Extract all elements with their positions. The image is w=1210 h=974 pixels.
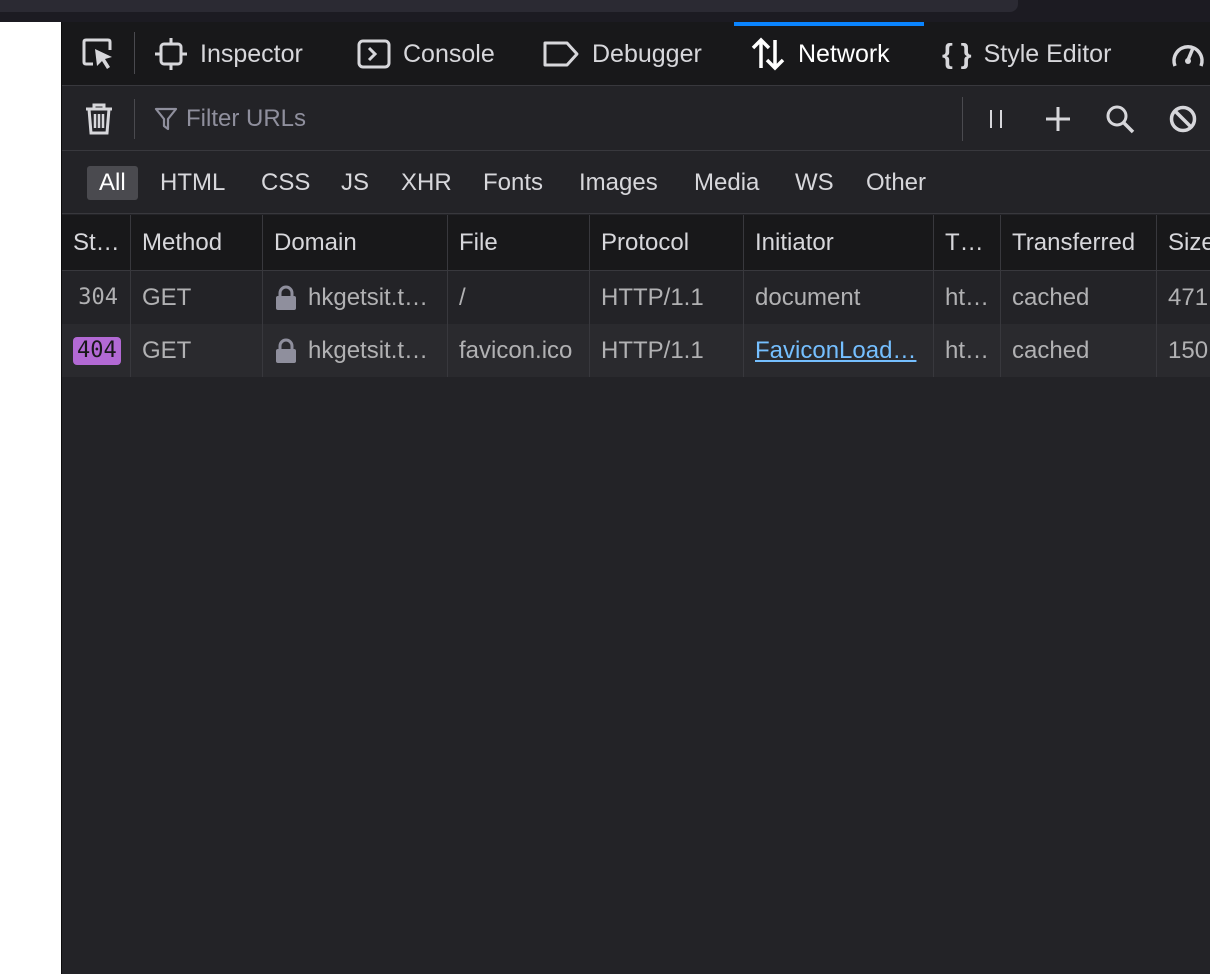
request-type-filter-bar: All HTML CSS JS XHR Fonts Images Media W…	[62, 152, 1210, 214]
protocol-cell: HTTP/1.1	[589, 324, 743, 377]
toolbar-separator	[134, 99, 135, 139]
trash-icon	[86, 103, 112, 135]
type-filter-html[interactable]: HTML	[160, 166, 225, 200]
type-filter-css[interactable]: CSS	[261, 166, 310, 200]
tab-network-label: Network	[798, 39, 890, 68]
method-cell: GET	[130, 271, 262, 324]
tab-performance[interactable]	[1170, 22, 1206, 86]
file-cell: favicon.ico	[447, 324, 589, 377]
column-header-file[interactable]: File	[447, 215, 589, 271]
type-filter-all[interactable]: All	[87, 166, 138, 200]
lock-icon	[276, 338, 296, 363]
requests-table-empty-area	[62, 377, 1210, 974]
block-requests-button[interactable]	[1165, 101, 1201, 137]
clear-requests-button[interactable]	[82, 101, 116, 137]
domain-text: hkgetsit.t…	[308, 284, 429, 311]
type-filter-xhr[interactable]: XHR	[401, 166, 452, 200]
toolbar-separator-right	[962, 97, 963, 141]
initiator-link[interactable]: FaviconLoad…	[755, 337, 916, 364]
column-header-type[interactable]: T…	[933, 215, 1000, 271]
type-filter-media[interactable]: Media	[694, 166, 759, 200]
initiator-cell: document	[743, 271, 933, 324]
devtools-panel: Inspector Console Debugger Network { } S…	[61, 22, 1210, 974]
status-cell: 304	[62, 271, 130, 324]
block-icon	[1169, 105, 1197, 133]
column-header-method[interactable]: Method	[130, 215, 262, 271]
column-header-transferred[interactable]: Transferred	[1000, 215, 1156, 271]
pause-icon	[990, 110, 1002, 128]
column-header-status[interactable]: St…	[62, 215, 130, 271]
type-filter-ws[interactable]: WS	[795, 166, 834, 200]
type-filter-images[interactable]: Images	[579, 166, 658, 200]
tab-inspector-label: Inspector	[200, 39, 303, 68]
tab-bar-separator	[134, 32, 135, 74]
tab-console-label: Console	[403, 39, 495, 68]
file-cell: /	[447, 271, 589, 324]
initiator-cell: FaviconLoad…	[743, 324, 933, 377]
browser-url-bar-edge	[0, 0, 1018, 12]
type-filter-js[interactable]: JS	[341, 166, 369, 200]
transferred-cell: cached	[1000, 324, 1156, 377]
inspector-icon	[155, 38, 187, 70]
page-content-area	[0, 22, 61, 974]
browser-top-strip	[0, 0, 1210, 22]
domain-cell: hkgetsit.t…	[262, 324, 447, 377]
devtools-tab-bar: Inspector Console Debugger Network { } S…	[62, 22, 1210, 86]
tab-debugger[interactable]: Debugger	[542, 22, 702, 86]
protocol-cell: HTTP/1.1	[589, 271, 743, 324]
size-cell: 150	[1156, 324, 1210, 377]
console-icon	[357, 39, 391, 69]
tab-console[interactable]: Console	[357, 22, 495, 86]
status-badge: 404	[73, 337, 121, 365]
debugger-icon	[543, 41, 579, 67]
table-row[interactable]: 404 GET hkgetsit.t… favicon.ico HTTP/1.1…	[62, 324, 1210, 377]
transferred-cell: cached	[1000, 271, 1156, 324]
type-filter-other[interactable]: Other	[866, 166, 926, 200]
tab-network[interactable]: Network	[734, 22, 924, 86]
plus-icon	[1046, 107, 1070, 131]
new-request-button[interactable]	[1040, 101, 1076, 137]
column-header-initiator[interactable]: Initiator	[743, 215, 933, 271]
performance-icon	[1172, 45, 1204, 67]
column-header-size[interactable]: Size	[1156, 215, 1210, 271]
type-cell: ht…	[933, 271, 1000, 324]
column-header-protocol[interactable]: Protocol	[589, 215, 743, 271]
element-picker-button[interactable]	[80, 36, 116, 72]
tab-debugger-label: Debugger	[592, 39, 702, 68]
style-editor-icon: { }	[942, 38, 972, 69]
method-cell: GET	[130, 324, 262, 377]
type-filter-fonts[interactable]: Fonts	[483, 166, 543, 200]
network-toolbar	[62, 87, 1210, 151]
search-button[interactable]	[1102, 101, 1138, 137]
domain-cell: hkgetsit.t…	[262, 271, 447, 324]
status-badge: 304	[78, 285, 118, 310]
pause-recording-button[interactable]	[978, 101, 1014, 137]
search-icon	[1106, 105, 1135, 134]
type-cell: ht…	[933, 324, 1000, 377]
tab-style-editor-label: Style Editor	[983, 39, 1112, 68]
tab-inspector[interactable]: Inspector	[154, 22, 303, 86]
element-picker-icon	[82, 38, 112, 69]
tab-style-editor[interactable]: { } Style Editor	[942, 22, 1111, 86]
lock-icon	[276, 285, 296, 310]
network-icon	[751, 37, 785, 71]
filter-urls-box	[154, 103, 886, 135]
status-cell: 404	[62, 324, 130, 377]
requests-table-header: St… Method Domain File Protocol Initiato…	[62, 215, 1210, 271]
column-header-domain[interactable]: Domain	[262, 215, 447, 271]
size-cell: 471	[1156, 271, 1210, 324]
filter-urls-input[interactable]	[186, 105, 886, 133]
domain-text: hkgetsit.t…	[308, 337, 429, 364]
filter-icon	[154, 107, 178, 131]
table-row[interactable]: 304 GET hkgetsit.t… / HTTP/1.1 document …	[62, 271, 1210, 324]
